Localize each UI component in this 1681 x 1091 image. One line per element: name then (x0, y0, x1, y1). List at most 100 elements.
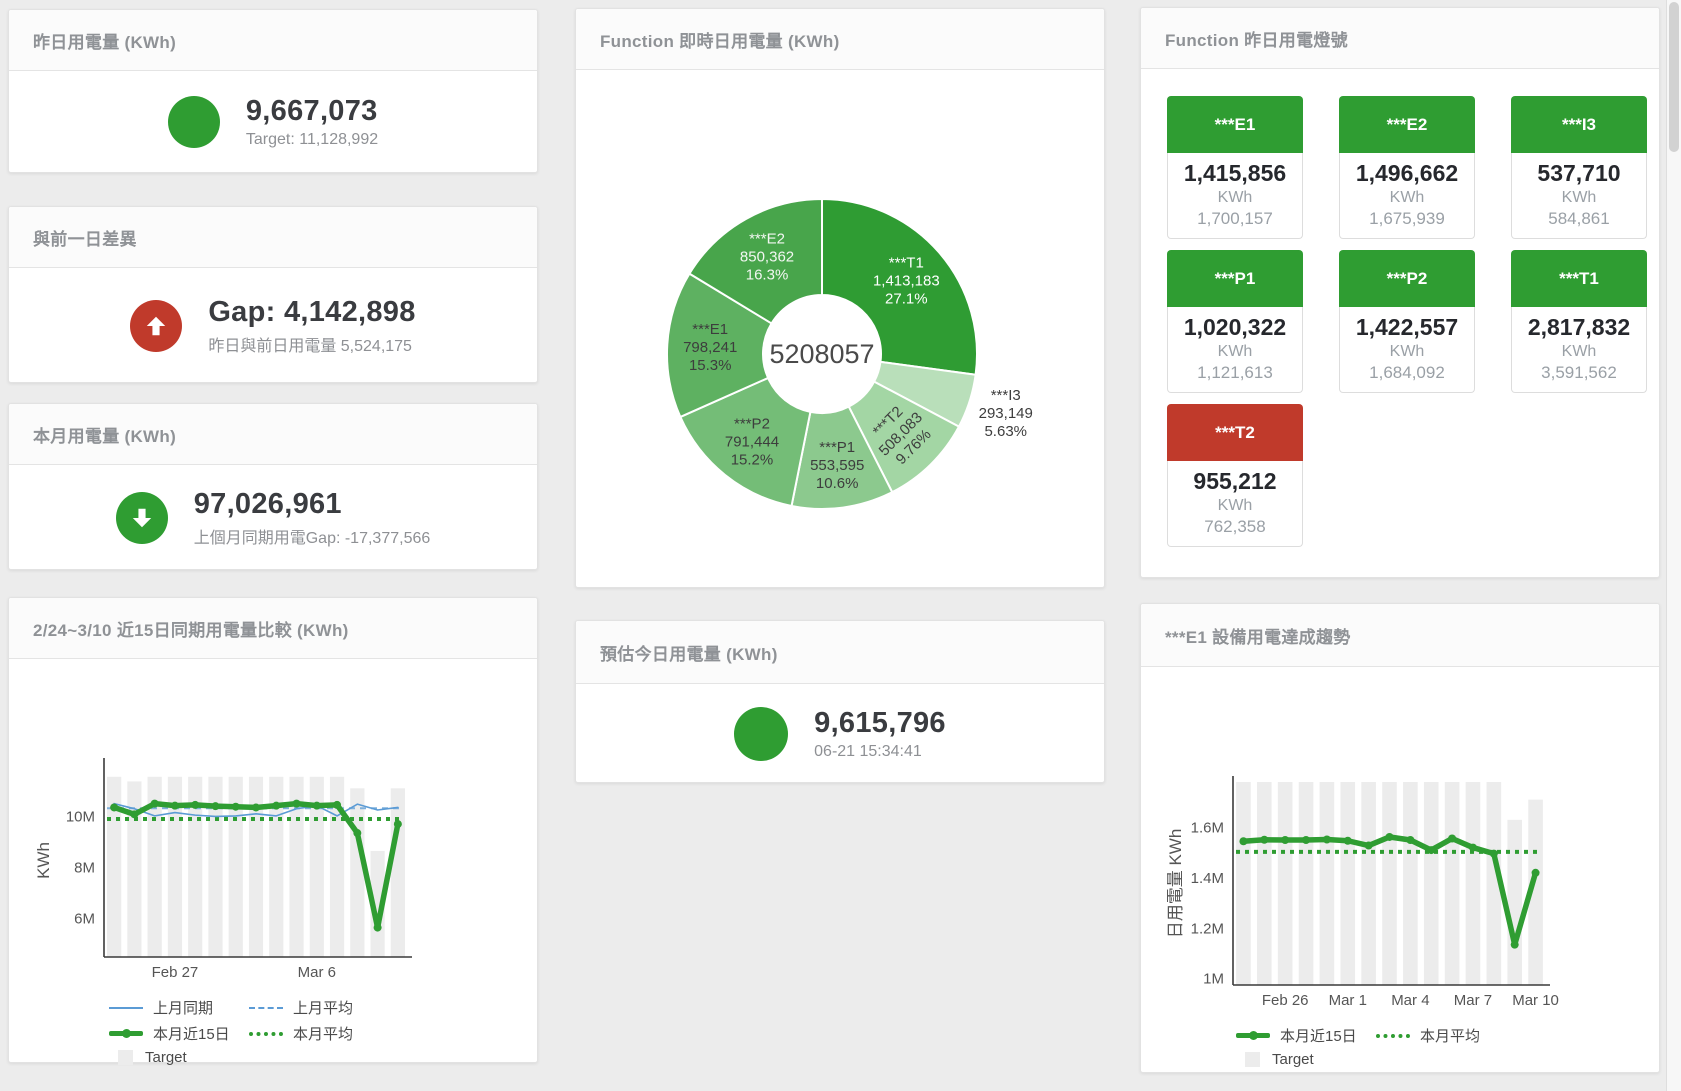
e1-trend-line-bar-chart[interactable]: 1M1.2M1.4M1.6MFeb 26Mar 1Mar 4Mar 7Mar 1… (1141, 667, 1659, 1015)
stat-subtitle: 06-21 15:34:41 (814, 743, 946, 761)
stat-value: Gap: 4,142,898 (208, 296, 415, 329)
lights-grid: ***E11,415,856KWh1,700,157***E21,496,662… (1141, 69, 1659, 547)
tile-value: 2,817,832 (1512, 314, 1646, 341)
card-title: 昨日用電量 (KWh) (33, 28, 176, 53)
function-usage-donut-chart[interactable]: ***T11,413,18327.1%***I3293,1495.63%***T… (576, 70, 1104, 588)
svg-text:***E1: ***E1 (692, 321, 728, 338)
svg-text:850,362: 850,362 (740, 248, 794, 265)
tile-unit: KWh (1168, 189, 1302, 207)
legend-item[interactable]: 本月平均 (249, 1023, 537, 1044)
green-down-arrow-icon (116, 492, 168, 544)
tile-target: 1,700,157 (1168, 209, 1302, 229)
svg-text:791,444: 791,444 (725, 433, 779, 450)
svg-text:15.3%: 15.3% (689, 357, 732, 374)
legend-label: Target (145, 1049, 187, 1066)
light-tile-body: 537,710 KWh 584,861 (1511, 153, 1647, 239)
stat-value: 9,615,796 (814, 707, 946, 740)
light-tile-T1: ***T12,817,832KWh3,591,562 (1511, 250, 1647, 393)
svg-text:1.6M: 1.6M (1191, 819, 1224, 836)
svg-text:***P1: ***P1 (819, 439, 855, 456)
trend-chart-legend: 本月近15日 本月平均 Target (1236, 1025, 1659, 1068)
card-e1-trend-chart: ***E1 設備用電達成趨勢 1M1.2M1.4M1.6MFeb 26Mar 1… (1140, 603, 1660, 1073)
legend-item[interactable]: 上月同期 (109, 997, 249, 1018)
light-tile-status-header: ***I3 (1511, 96, 1647, 153)
light-tile-status-header: ***P1 (1167, 250, 1303, 307)
blue-line-icon (109, 1007, 143, 1009)
tile-unit: KWh (1512, 189, 1646, 207)
green-dotted-icon (1376, 1034, 1410, 1038)
light-tile-status-header: ***T2 (1167, 404, 1303, 461)
stat-subtitle: Target: 11,128,992 (246, 131, 378, 149)
stat-value: 9,667,073 (246, 95, 378, 128)
tile-unit: KWh (1168, 343, 1302, 361)
legend-item[interactable]: Target (109, 1049, 249, 1066)
blue-dashed-icon (249, 1007, 283, 1009)
svg-text:27.1%: 27.1% (885, 290, 928, 307)
svg-text:KWh: KWh (34, 842, 53, 879)
stat-body: 97,026,961 上個月同期用電Gap: -17,377,566 (9, 465, 537, 570)
page-scrollbar[interactable] (1666, 0, 1681, 1091)
svg-text:10.6%: 10.6% (816, 475, 859, 492)
svg-text:8M: 8M (74, 860, 95, 877)
legend-label: 本月平均 (1420, 1025, 1480, 1046)
svg-text:Mar 6: Mar 6 (298, 964, 336, 981)
legend-item[interactable]: 本月平均 (1376, 1025, 1659, 1046)
svg-text:1.4M: 1.4M (1191, 870, 1224, 887)
svg-text:798,241: 798,241 (683, 339, 737, 356)
tile-target: 1,675,939 (1340, 209, 1474, 229)
light-tile-E2: ***E21,496,662KWh1,675,939 (1339, 96, 1475, 239)
compare-chart-legend: 上月同期上月平均本月近15日 本月平均 Target (109, 997, 537, 1066)
card-header: 昨日用電量 (KWh) (9, 10, 537, 71)
light-tile-E1: ***E11,415,856KWh1,700,157 (1167, 96, 1303, 239)
svg-text:Mar 10: Mar 10 (1512, 992, 1559, 1009)
svg-text:***I3: ***I3 (991, 387, 1021, 404)
legend-label: 本月近15日 (153, 1023, 230, 1044)
target-box-icon (118, 1050, 133, 1065)
tile-unit: KWh (1168, 497, 1302, 515)
svg-text:Feb 26: Feb 26 (1262, 992, 1309, 1009)
svg-text:1M: 1M (1203, 971, 1224, 988)
legend-item[interactable]: Target (1236, 1051, 1376, 1068)
tile-value: 1,422,557 (1340, 314, 1474, 341)
tile-target: 1,684,092 (1340, 363, 1474, 383)
svg-text:5.63%: 5.63% (984, 423, 1027, 440)
card-15day-compare-chart: 2/24~3/10 近15日同期用電量比較 (KWh) 6M8M10MFeb 2… (8, 597, 538, 1063)
svg-text:Mar 7: Mar 7 (1454, 992, 1492, 1009)
green-status-circle-icon (734, 707, 788, 761)
legend-item[interactable]: 本月近15日 (109, 1023, 249, 1044)
card-title: ***E1 設備用電達成趨勢 (1165, 623, 1351, 648)
tile-value: 955,212 (1168, 468, 1302, 495)
stat-subtitle: 上個月同期用電Gap: -17,377,566 (194, 524, 431, 548)
card-header: 本月用電量 (KWh) (9, 404, 537, 465)
stat-body: 9,667,073 Target: 11,128,992 (9, 71, 537, 173)
tile-value: 1,020,322 (1168, 314, 1302, 341)
scrollbar-thumb[interactable] (1669, 2, 1679, 152)
stat-subtitle: 昨日與前日用電量 5,524,175 (208, 332, 415, 356)
card-header: 與前一日差異 (9, 207, 537, 268)
light-tile-T2: ***T2955,212KWh762,358 (1167, 404, 1303, 547)
stat-body: 9,615,796 06-21 15:34:41 (576, 684, 1104, 783)
tile-unit: KWh (1340, 343, 1474, 361)
green-status-circle-icon (168, 96, 220, 148)
compare-line-bar-chart[interactable]: 6M8M10MFeb 27Mar 6KWh (9, 659, 537, 989)
light-tile-status-header: ***T1 (1511, 250, 1647, 307)
light-tile-body: 1,415,856KWh1,700,157 (1167, 153, 1303, 239)
card-function-realtime-donut: Function 即時日用電量 (KWh) ***T11,413,18327.1… (575, 8, 1105, 588)
light-tile-status-header: ***E2 (1339, 96, 1475, 153)
light-tile-body: 2,817,832KWh3,591,562 (1511, 307, 1647, 393)
svg-text:***T1: ***T1 (889, 254, 924, 271)
tile-value: 537,710 (1512, 160, 1646, 187)
card-header: ***E1 設備用電達成趨勢 (1141, 604, 1659, 667)
svg-text:553,595: 553,595 (810, 457, 864, 474)
card-header: Function 即時日用電量 (KWh) (576, 9, 1104, 70)
tile-target: 584,861 (1512, 209, 1646, 229)
stat-body: Gap: 4,142,898 昨日與前日用電量 5,524,175 (9, 268, 537, 383)
donut-center-total: 5208057 (769, 339, 874, 369)
legend-item[interactable]: 上月平均 (249, 997, 537, 1018)
svg-text:16.3%: 16.3% (746, 266, 789, 283)
legend-item[interactable]: 本月近15日 (1236, 1025, 1376, 1046)
svg-text:***P2: ***P2 (734, 415, 770, 432)
tile-target: 3,591,562 (1512, 363, 1646, 383)
legend-label: 本月平均 (293, 1023, 353, 1044)
svg-text:15.2%: 15.2% (731, 451, 774, 468)
